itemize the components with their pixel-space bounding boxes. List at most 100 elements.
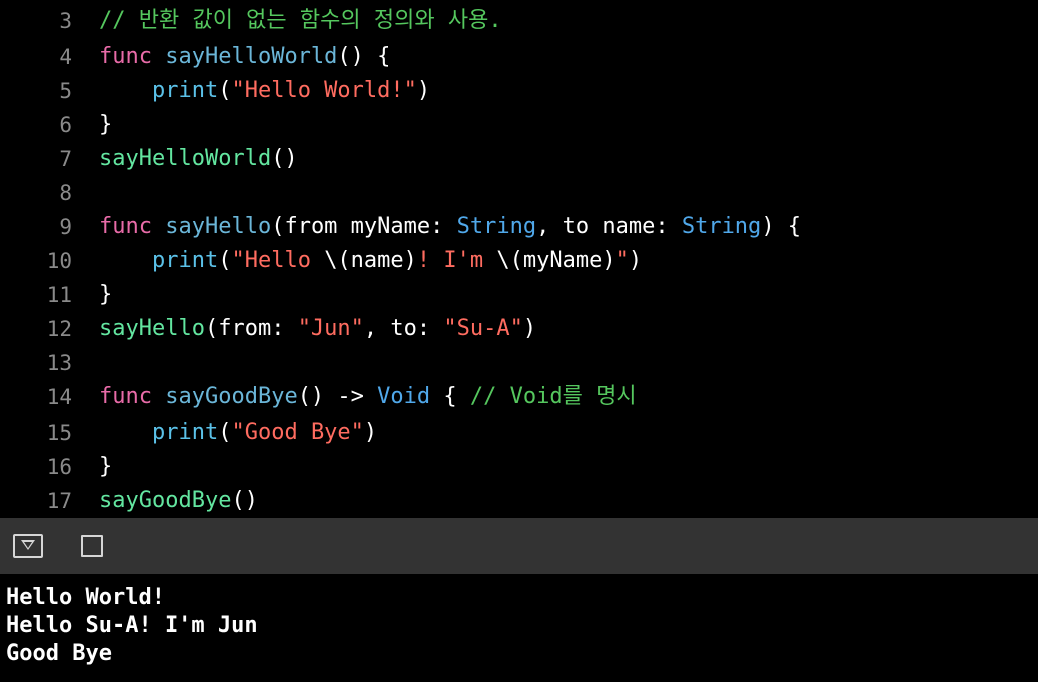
code-token: func (99, 384, 152, 409)
code-token: "Hello (231, 248, 325, 273)
code-token: (from myName: (271, 214, 457, 239)
debug-toolbar (0, 518, 1038, 574)
code-token: ) (522, 316, 537, 341)
code-line[interactable]: 14 func sayGoodBye() -> Void { // Void를 명… (0, 380, 1038, 414)
code-token: () { (337, 44, 391, 69)
code-token: print (151, 248, 219, 273)
code-token: ( (218, 248, 232, 273)
console-line: Hello World! (6, 585, 165, 610)
code-line[interactable]: 8 (0, 176, 1038, 210)
code-text: } (99, 108, 112, 142)
code-text: print("Hello World!") (99, 74, 430, 108)
code-token: ) (628, 248, 643, 273)
code-line[interactable]: 15 print("Good Bye") (0, 416, 1038, 450)
code-token: "Jun" (297, 316, 364, 341)
line-number: 4 (59, 45, 72, 69)
code-token: , to: (363, 316, 444, 341)
code-token: " (615, 248, 629, 273)
line-number: 7 (59, 147, 72, 171)
code-token: () -> (297, 384, 378, 409)
code-token: () (271, 146, 298, 171)
code-line[interactable]: 11} (0, 278, 1038, 312)
code-token: sayHello (99, 316, 205, 341)
code-line[interactable]: 5 print("Hello World!") (0, 74, 1038, 108)
code-token: ( (218, 78, 232, 103)
line-number: 14 (46, 385, 72, 409)
code-token: func (99, 214, 152, 239)
code-token: "Hello World!" (231, 78, 417, 103)
code-token: sayGoodBye (165, 384, 298, 409)
code-token: func (99, 44, 152, 69)
line-number: 16 (46, 455, 72, 479)
code-token: , to name: (536, 214, 682, 239)
line-number: 10 (46, 249, 72, 273)
console-line: Hello Su-A! I'm Jun (6, 613, 258, 638)
line-number: 12 (46, 317, 72, 341)
code-token: "Good Bye" (231, 420, 364, 445)
line-number: 15 (46, 421, 72, 445)
code-text: print("Good Bye") (99, 416, 377, 450)
code-token: Void (377, 384, 431, 409)
code-token: print (151, 420, 219, 445)
code-line[interactable]: 17 sayGoodBye() (0, 484, 1038, 518)
code-line[interactable]: 4 func sayHelloWorld() { (0, 40, 1038, 74)
code-token: String (681, 214, 762, 239)
code-line[interactable]: 6} (0, 108, 1038, 142)
line-number: 3 (59, 9, 72, 33)
code-token: sayGoodBye (99, 488, 232, 513)
triangle-inner-shape (24, 542, 32, 548)
line-number: 9 (59, 215, 72, 239)
line-number: 17 (46, 489, 72, 513)
code-token: ! I'm (416, 248, 497, 273)
code-line[interactable]: 10 print("Hello \(name)! I'm \(myName)") (0, 244, 1038, 278)
code-text: sayHello(from: "Jun", to: "Su-A") (99, 312, 536, 346)
code-token: \(name) (324, 248, 417, 273)
code-line[interactable]: 16} (0, 450, 1038, 484)
code-token: sayHelloWorld (99, 146, 272, 171)
code-text: // 반환 값이 없는 함수의 정의와 사용. (99, 4, 502, 38)
code-editor[interactable]: 3 // 반환 값이 없는 함수의 정의와 사용. 4 func sayHelloWo… (0, 0, 1038, 518)
code-token: // Void를 명시 (469, 384, 637, 409)
code-token: print (151, 78, 219, 103)
code-token: () (231, 488, 258, 513)
code-text: sayHelloWorld() (99, 142, 298, 176)
code-token: } (99, 454, 113, 479)
code-text: } (99, 450, 112, 484)
code-token: sayHelloWorld (165, 44, 338, 69)
code-token: ) (416, 78, 431, 103)
console-output[interactable]: Hello World! Hello Su-A! I'm Jun Good Bye (0, 574, 1038, 682)
code-token: // 반환 값이 없는 함수의 정의와 사용. (99, 8, 502, 33)
code-line[interactable]: 12 sayHello(from: "Jun", to: "Su-A") (0, 312, 1038, 346)
code-token: ) (363, 420, 378, 445)
line-number: 13 (46, 351, 72, 375)
clear-console-icon[interactable] (81, 535, 103, 557)
code-text: print("Hello \(name)! I'm \(myName)") (99, 244, 642, 278)
code-token: } (99, 112, 113, 137)
code-token: } (99, 282, 113, 307)
code-token: (from: (204, 316, 298, 341)
code-line[interactable]: 13 (0, 346, 1038, 380)
line-number: 5 (59, 79, 72, 103)
line-number: 6 (59, 113, 72, 137)
console-line: Good Bye (6, 641, 112, 666)
code-token: ( (218, 420, 232, 445)
code-token: \(myName) (496, 248, 616, 273)
code-text: sayGoodBye() (99, 484, 258, 518)
code-token: "Su-A" (443, 316, 523, 341)
code-line[interactable]: 9 func sayHello(from myName: String, to n… (0, 210, 1038, 244)
hide-debug-area-icon[interactable] (13, 534, 43, 558)
line-number: 8 (59, 181, 72, 205)
code-token: { (430, 384, 470, 409)
line-number: 11 (46, 283, 72, 307)
code-token: sayHello (165, 214, 272, 239)
code-text: func sayHello(from myName: String, to na… (99, 210, 801, 244)
code-text: } (99, 278, 112, 312)
code-line[interactable]: 7 sayHelloWorld() (0, 142, 1038, 176)
code-line[interactable]: 3 // 반환 값이 없는 함수의 정의와 사용. (0, 4, 1038, 38)
